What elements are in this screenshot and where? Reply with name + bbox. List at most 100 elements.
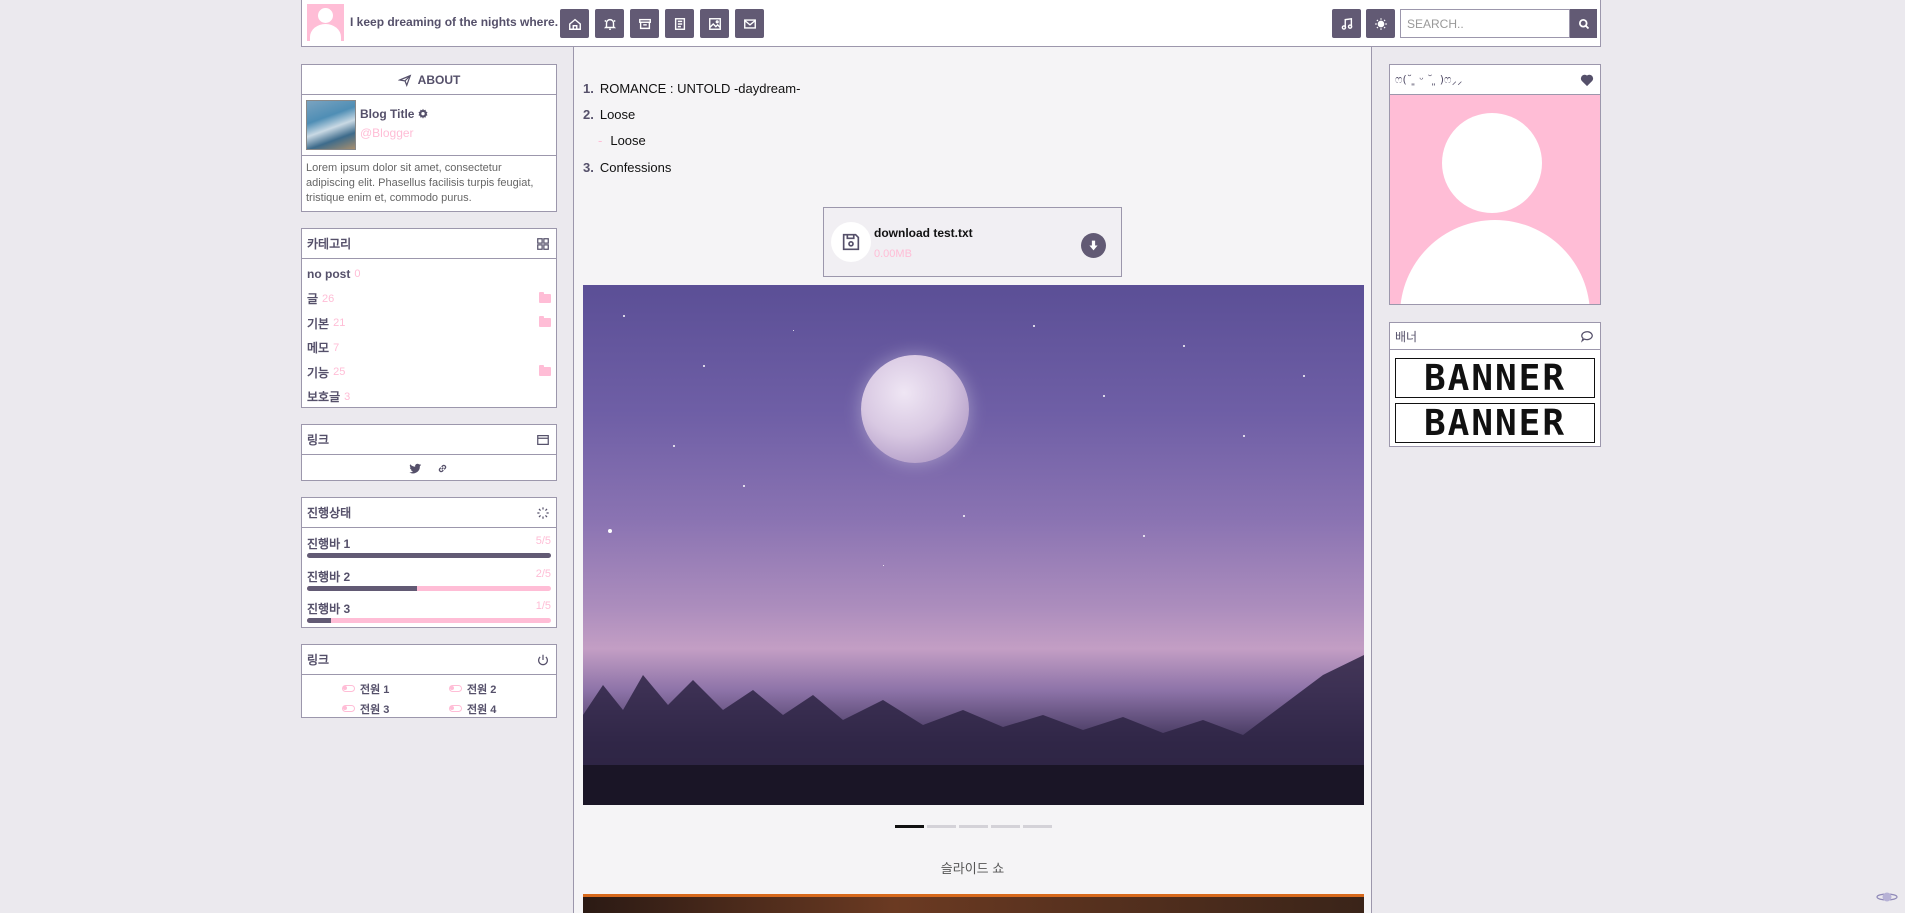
power-item-2[interactable]: 전원 2 — [449, 680, 556, 697]
power-label: 전원 1 — [360, 683, 390, 696]
planet-icon[interactable] — [1876, 889, 1898, 905]
archive-button[interactable] — [630, 9, 659, 38]
star — [963, 515, 965, 517]
star — [883, 565, 884, 566]
plane-icon — [397, 74, 411, 87]
slide-caption: 슬라이드 쇼 — [940, 861, 1005, 876]
power-item-3[interactable]: 전원 3 — [342, 700, 449, 717]
star — [608, 529, 612, 533]
avatar[interactable] — [307, 4, 344, 41]
category-label: 기능 — [307, 365, 330, 380]
category-item-basic[interactable]: 기본 21 — [307, 311, 551, 336]
banner-link[interactable]: BANNER — [1395, 403, 1595, 444]
progress-row: 진행바 2 2/5 — [302, 561, 556, 594]
home-icon — [568, 18, 581, 30]
download-button[interactable] — [1081, 233, 1106, 258]
file-name[interactable]: download test.txt — [874, 226, 973, 240]
links-widget: 링크 — [301, 424, 557, 481]
category-item-memo[interactable]: 메모 7 — [307, 336, 551, 361]
links-header-label: 링크 — [307, 433, 330, 447]
site-title[interactable]: I keep dreaming of the nights where. — [350, 15, 558, 29]
banner-header-label: 배너 — [1395, 329, 1418, 344]
progress-bar — [307, 553, 551, 558]
power-label: 전원 3 — [360, 703, 390, 716]
folder-icon — [539, 316, 551, 327]
list-number: 3. — [583, 160, 594, 175]
power-item-4[interactable]: 전원 4 — [449, 700, 556, 717]
blog-title[interactable]: Blog Title — [360, 107, 429, 121]
slide-dot[interactable] — [895, 825, 924, 828]
slideshow-image[interactable] — [583, 285, 1364, 805]
category-item-no-post[interactable]: no post 0 — [307, 262, 551, 287]
category-header: 카테고리 — [302, 229, 556, 259]
moon — [861, 355, 969, 463]
slide-dot[interactable] — [1023, 825, 1052, 828]
slide-dot[interactable] — [927, 825, 956, 828]
star — [673, 445, 675, 447]
category-count: 3 — [344, 390, 351, 403]
guestbook-button[interactable] — [665, 9, 694, 38]
progress-header: 진행상태 — [302, 498, 556, 528]
links-header: 링크 — [302, 425, 556, 455]
gallery-button[interactable] — [700, 9, 729, 38]
gear-icon[interactable] — [417, 108, 429, 120]
progress-value: 1/5 — [535, 600, 551, 612]
spinner-icon — [536, 506, 550, 520]
category-widget: 카테고리 no post 0 글 26 기본 21 메모 7 기능 25 보호글 — [301, 228, 557, 408]
slide-indicators — [895, 825, 1052, 828]
list-item: 2. Loose — [583, 107, 635, 122]
power-item-1[interactable]: 전원 1 — [342, 680, 449, 697]
star — [1183, 345, 1185, 347]
about-widget: ABOUT Blog Title @Blogger Lorem ipsum do… — [301, 64, 557, 212]
music-button[interactable] — [1332, 9, 1361, 38]
toggle-icon[interactable] — [342, 685, 355, 692]
floppy-disk-icon — [842, 233, 860, 251]
toggle-icon[interactable] — [342, 705, 355, 712]
power-label: 전원 4 — [467, 703, 497, 716]
progress-label: 진행바 2 — [307, 569, 351, 584]
search-button[interactable] — [1570, 9, 1597, 38]
image-icon — [708, 17, 721, 30]
banner-link[interactable]: BANNER — [1395, 358, 1595, 399]
progress-value: 2/5 — [535, 567, 551, 580]
slide-dot[interactable] — [991, 825, 1020, 828]
star — [1243, 435, 1245, 437]
toggle-icon[interactable] — [449, 685, 462, 692]
progress-fill — [307, 618, 332, 623]
star — [1103, 395, 1105, 397]
mail-button[interactable] — [735, 9, 764, 38]
category-list: no post 0 글 26 기본 21 메모 7 기능 25 보호글 3 — [302, 259, 556, 412]
category-item-post[interactable]: 글 26 — [307, 287, 551, 312]
list-number: 1. — [583, 81, 594, 96]
search-input[interactable]: SEARCH.. — [1400, 9, 1570, 38]
list-text: ROMANCE : UNTOLD -daydream- — [599, 81, 801, 96]
star — [703, 365, 705, 367]
theme-toggle-button[interactable] — [1366, 9, 1395, 38]
progress-row: 진행바 1 5/5 — [302, 528, 556, 561]
notification-button[interactable] — [595, 9, 624, 38]
tree-silhouette — [583, 655, 1364, 805]
power-icon — [536, 653, 550, 667]
star — [743, 485, 745, 487]
twitter-icon[interactable] — [409, 462, 422, 475]
about-header: ABOUT — [302, 65, 556, 95]
category-item-protected[interactable]: 보호글 3 — [307, 385, 551, 410]
list-item: 3. Confessions — [583, 160, 671, 175]
star — [1303, 375, 1305, 377]
download-arrow-icon — [1089, 240, 1098, 251]
category-count: 25 — [333, 366, 346, 379]
slide-dot[interactable] — [959, 825, 988, 828]
profile-picture — [1390, 95, 1600, 304]
list-number: 2. — [583, 107, 594, 122]
progress-row: 진행바 3 1/5 — [302, 593, 556, 626]
heart-icon[interactable] — [1580, 73, 1594, 87]
link-icon[interactable] — [436, 462, 449, 475]
category-item-feature[interactable]: 기능 25 — [307, 360, 551, 385]
folder-icon — [539, 291, 551, 303]
about-header-label: ABOUT — [417, 72, 461, 87]
star — [1033, 325, 1035, 327]
music-icon — [1341, 17, 1352, 30]
speech-bubble-icon — [1580, 329, 1594, 343]
home-button[interactable] — [560, 9, 589, 38]
toggle-icon[interactable] — [449, 705, 462, 712]
